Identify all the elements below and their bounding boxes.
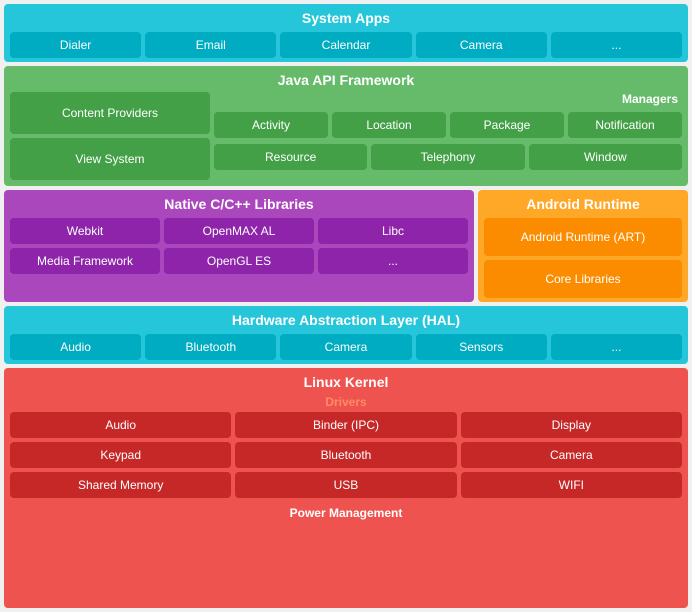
java-api-left: Content Providers View System bbox=[10, 92, 210, 180]
java-api-row1: Activity Location Package Notification bbox=[214, 112, 682, 138]
cell-notification: Notification bbox=[568, 112, 682, 138]
cell-camera: Camera bbox=[416, 32, 547, 58]
native-title: Native C/C++ Libraries bbox=[10, 194, 468, 216]
cell-telephony: Telephony bbox=[371, 144, 524, 170]
cell-calendar: Calendar bbox=[280, 32, 411, 58]
system-apps-layer: System Apps Dialer Email Calendar Camera… bbox=[4, 4, 688, 62]
cell-email: Email bbox=[145, 32, 276, 58]
cell-binder: Binder (IPC) bbox=[235, 412, 456, 438]
kernel-row1: Audio Binder (IPC) Display bbox=[10, 412, 682, 438]
cell-audio-hal: Audio bbox=[10, 334, 141, 360]
cell-more: ... bbox=[551, 32, 682, 58]
power-management: Power Management bbox=[10, 502, 682, 524]
cell-package: Package bbox=[450, 112, 564, 138]
java-api-right: Managers Activity Location Package Notif… bbox=[214, 92, 682, 180]
java-api-row2: Resource Telephony Window bbox=[214, 144, 682, 170]
cell-media-framework: Media Framework bbox=[10, 248, 160, 274]
java-api-layer: Java API Framework Content Providers Vie… bbox=[4, 66, 688, 186]
android-runtime-layer: Android Runtime Android Runtime (ART) Co… bbox=[478, 190, 688, 302]
middle-section: Native C/C++ Libraries Webkit OpenMAX AL… bbox=[4, 190, 688, 302]
cell-audio-kernel: Audio bbox=[10, 412, 231, 438]
runtime-row1: Android Runtime (ART) bbox=[484, 218, 682, 256]
kernel-title: Linux Kernel bbox=[10, 372, 682, 394]
java-api-title: Java API Framework bbox=[10, 70, 682, 92]
cell-wifi: WIFI bbox=[461, 472, 682, 498]
cell-opengl: OpenGL ES bbox=[164, 248, 314, 274]
cell-shared-memory: Shared Memory bbox=[10, 472, 231, 498]
cell-native-more: ... bbox=[318, 248, 468, 274]
android-runtime-title: Android Runtime bbox=[484, 194, 682, 216]
cell-bluetooth-hal: Bluetooth bbox=[145, 334, 276, 360]
cell-core-libraries: Core Libraries bbox=[484, 260, 682, 298]
drivers-label: Drivers bbox=[10, 394, 682, 410]
cell-libc: Libc bbox=[318, 218, 468, 244]
cell-camera-hal: Camera bbox=[280, 334, 411, 360]
hal-layer: Hardware Abstraction Layer (HAL) Audio B… bbox=[4, 306, 688, 364]
android-architecture-diagram: System Apps Dialer Email Calendar Camera… bbox=[0, 0, 692, 612]
cell-sensors-hal: Sensors bbox=[416, 334, 547, 360]
runtime-row2: Core Libraries bbox=[484, 260, 682, 298]
native-layer: Native C/C++ Libraries Webkit OpenMAX AL… bbox=[4, 190, 474, 302]
managers-label: Managers bbox=[214, 92, 682, 108]
native-row2: Media Framework OpenGL ES ... bbox=[10, 248, 468, 274]
system-apps-row: Dialer Email Calendar Camera ... bbox=[10, 32, 682, 58]
cell-view-system: View System bbox=[10, 138, 210, 180]
cell-content-providers: Content Providers bbox=[10, 92, 210, 134]
kernel-layer: Linux Kernel Drivers Audio Binder (IPC) … bbox=[4, 368, 688, 608]
cell-hal-more: ... bbox=[551, 334, 682, 360]
kernel-row3: Shared Memory USB WIFI bbox=[10, 472, 682, 498]
cell-keypad: Keypad bbox=[10, 442, 231, 468]
cell-usb: USB bbox=[235, 472, 456, 498]
java-api-right-rows: Activity Location Package Notification R… bbox=[214, 110, 682, 170]
cell-dialer: Dialer bbox=[10, 32, 141, 58]
cell-bluetooth-kernel: Bluetooth bbox=[235, 442, 456, 468]
cell-window: Window bbox=[529, 144, 682, 170]
hal-title: Hardware Abstraction Layer (HAL) bbox=[10, 310, 682, 332]
cell-location: Location bbox=[332, 112, 446, 138]
cell-resource: Resource bbox=[214, 144, 367, 170]
kernel-row2: Keypad Bluetooth Camera bbox=[10, 442, 682, 468]
system-apps-title: System Apps bbox=[10, 8, 682, 30]
cell-activity: Activity bbox=[214, 112, 328, 138]
cell-webkit: Webkit bbox=[10, 218, 160, 244]
hal-row: Audio Bluetooth Camera Sensors ... bbox=[10, 334, 682, 360]
native-row1: Webkit OpenMAX AL Libc bbox=[10, 218, 468, 244]
cell-art: Android Runtime (ART) bbox=[484, 218, 682, 256]
cell-camera-kernel: Camera bbox=[461, 442, 682, 468]
cell-display: Display bbox=[461, 412, 682, 438]
java-api-inner: Content Providers View System Managers A… bbox=[10, 92, 682, 180]
cell-openmax: OpenMAX AL bbox=[164, 218, 314, 244]
